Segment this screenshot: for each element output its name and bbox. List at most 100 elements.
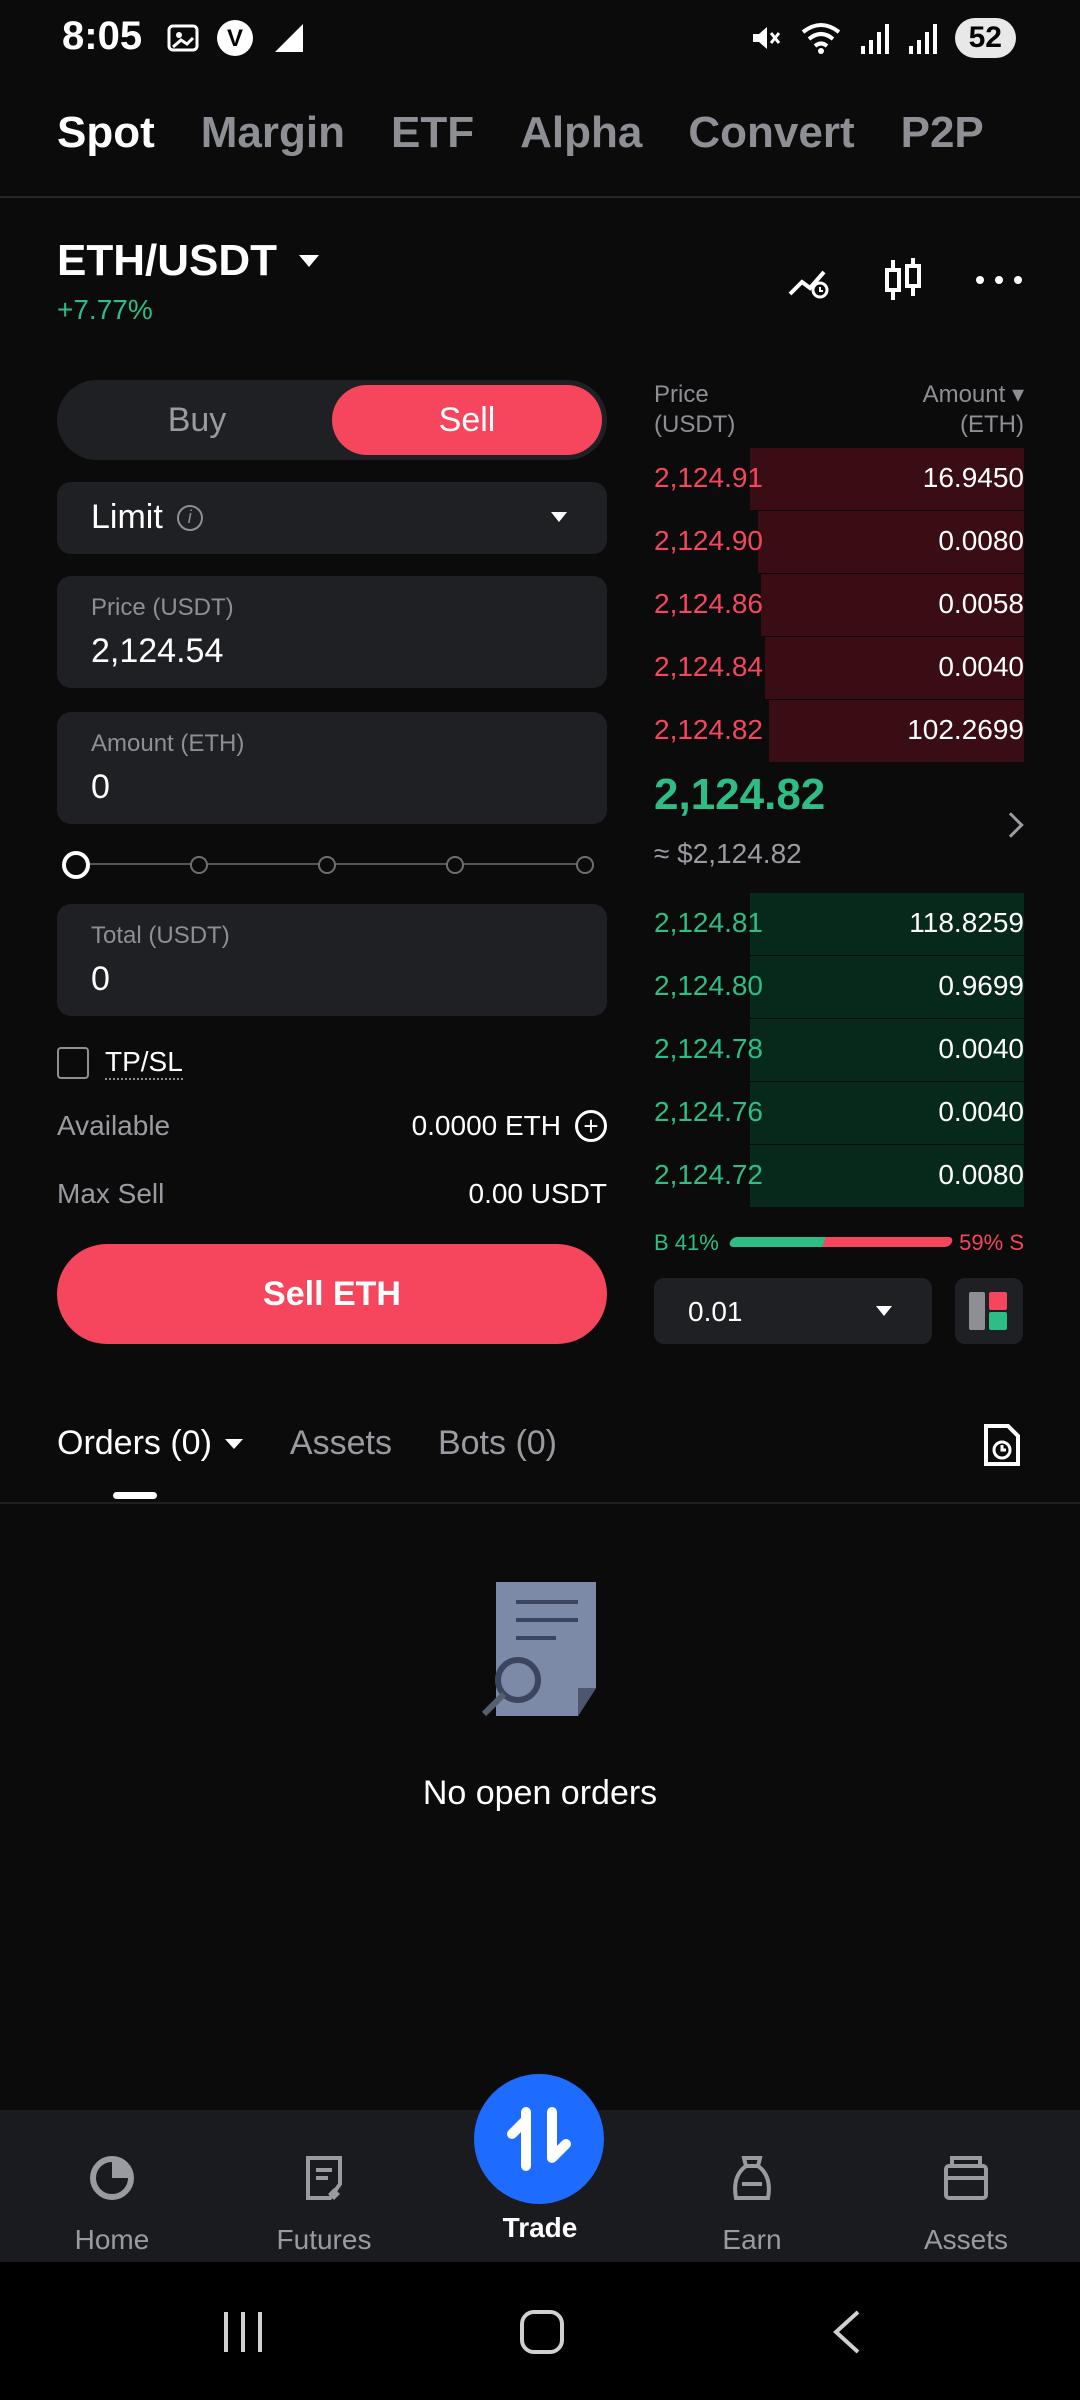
sell-ratio-bar	[822, 1237, 954, 1247]
bid-amount: 0.0080	[938, 1159, 1024, 1190]
add-funds-icon[interactable]: +	[575, 1110, 607, 1142]
last-price[interactable]: 2,124.82	[654, 770, 825, 820]
bid-row[interactable]: 2,124.76 0.0040	[654, 1082, 1024, 1144]
status-right-icons: 52	[747, 18, 1016, 58]
tab-margin[interactable]: Margin	[201, 108, 345, 158]
top-tabs: Spot Margin ETF Alpha Convert P2P	[57, 108, 984, 158]
recent-apps-icon[interactable]	[220, 2310, 266, 2354]
nav-trade-label[interactable]: Trade	[450, 2212, 630, 2244]
wallet-icon	[944, 2156, 988, 2200]
slider-stop-75[interactable]	[446, 856, 464, 874]
max-sell-row: Max Sell 0.00 USDT	[57, 1178, 607, 1210]
ask-amount: 102.2699	[907, 714, 1024, 745]
pair-selector[interactable]: ETH/USDT	[57, 236, 321, 286]
ask-row[interactable]: 2,124.90 0.0080	[654, 511, 1024, 573]
dropdown-caret-icon	[551, 512, 567, 522]
status-bar: 8:05 V 52	[0, 0, 1080, 78]
sell-eth-button[interactable]: Sell ETH	[57, 1244, 607, 1344]
amount-header[interactable]: Amount ▾ (ETH)	[923, 380, 1024, 440]
tpsl-option[interactable]: TP/SL	[57, 1046, 183, 1080]
tab-alpha[interactable]: Alpha	[520, 108, 642, 158]
signal-icon	[860, 24, 889, 54]
slider-stop-25[interactable]	[190, 856, 208, 874]
mute-icon	[752, 27, 780, 49]
tpsl-label: TP/SL	[105, 1046, 183, 1080]
tab-spot[interactable]: Spot	[57, 108, 155, 158]
amount-label: Amount (ETH)	[91, 730, 245, 757]
available-row: Available 0.0000 ETH +	[57, 1110, 607, 1142]
available-label: Available	[57, 1110, 171, 1141]
info-icon[interactable]: i	[176, 504, 203, 531]
total-value[interactable]: 0	[91, 960, 110, 999]
amount-value[interactable]: 0	[91, 768, 110, 807]
bid-price: 2,124.80	[654, 970, 763, 1001]
ask-amount: 16.9450	[922, 462, 1024, 493]
ask-amount: 0.0080	[938, 525, 1024, 556]
bid-row[interactable]: 2,124.72 0.0080	[654, 1145, 1024, 1207]
ask-amount: 0.0040	[938, 651, 1024, 682]
slider-handle[interactable]	[62, 851, 90, 879]
tab-assets[interactable]: Assets	[290, 1424, 392, 1463]
tpsl-checkbox[interactable]	[57, 1047, 89, 1079]
bid-row[interactable]: 2,124.78 0.0040	[654, 1019, 1024, 1081]
tab-orders[interactable]: Orders (0)	[57, 1424, 244, 1463]
slider-stop-100[interactable]	[576, 856, 594, 874]
tab-etf[interactable]: ETF	[391, 108, 474, 158]
status-left-icons: V	[165, 18, 309, 58]
ask-row[interactable]: 2,124.84 0.0040	[654, 637, 1024, 699]
order-history-icon[interactable]	[980, 1422, 1022, 1468]
chevron-down-icon	[224, 1438, 243, 1449]
amount-slider[interactable]	[62, 850, 602, 880]
back-icon[interactable]	[828, 2308, 864, 2356]
trade-button[interactable]	[474, 2074, 604, 2204]
no-orders-illustration-icon	[481, 1582, 596, 1717]
order-type-label: Limit	[91, 498, 163, 536]
empty-orders-message: No open orders	[422, 1774, 658, 1812]
gallery-icon	[167, 24, 199, 52]
price-label: Price (USDT)	[91, 594, 234, 621]
signal-icon-2	[908, 24, 937, 54]
layout-icon	[969, 1292, 1007, 1330]
pair-symbol: ETH/USDT	[57, 236, 277, 285]
price-value[interactable]: 2,124.54	[91, 632, 223, 671]
order-book-layout-button[interactable]	[955, 1278, 1023, 1344]
order-type-select[interactable]: Limit i	[57, 482, 607, 554]
ask-row[interactable]: 2,124.82 102.2699	[654, 700, 1024, 762]
ask-price: 2,124.82	[654, 714, 763, 745]
bid-amount: 0.9699	[938, 970, 1024, 1001]
buy-sell-ratio: B 41% 59% S	[654, 1228, 1024, 1258]
more-icon[interactable]	[974, 274, 1024, 286]
tab-bots[interactable]: Bots (0)	[438, 1424, 557, 1463]
buy-sell-toggle: Buy Sell	[57, 380, 607, 460]
bid-price: 2,124.72	[654, 1159, 763, 1190]
home-icon	[90, 2156, 134, 2200]
nav-home-label: Home	[74, 2224, 150, 2255]
chevron-right-icon[interactable]	[998, 812, 1024, 838]
home-nav-icon[interactable]	[518, 2308, 566, 2356]
ask-row[interactable]: 2,124.91 16.9450	[654, 448, 1024, 510]
bid-price: 2,124.81	[654, 907, 763, 938]
earn-icon	[733, 2156, 771, 2200]
tab-p2p[interactable]: P2P	[901, 108, 984, 158]
price-alert-icon[interactable]	[786, 260, 832, 300]
candlestick-chart-icon[interactable]	[882, 258, 924, 302]
orders-tab-label: Orders (0)	[57, 1424, 212, 1462]
total-field[interactable]: Total (USDT) 0	[57, 904, 607, 1016]
sell-button[interactable]: Sell	[332, 385, 602, 455]
amount-field[interactable]: Amount (ETH) 0	[57, 712, 607, 824]
amount-header-title: Amount ▾	[922, 381, 1024, 408]
buy-ratio: B 41%	[654, 1230, 719, 1255]
slider-stop-50[interactable]	[318, 856, 336, 874]
bid-amount: 118.8259	[909, 907, 1024, 938]
tab-convert[interactable]: Convert	[688, 108, 854, 158]
ask-row[interactable]: 2,124.86 0.0058	[654, 574, 1024, 636]
depth-precision-select[interactable]: 0.01	[654, 1278, 932, 1344]
swap-arrows-icon	[507, 2107, 571, 2171]
total-label: Total (USDT)	[91, 922, 230, 949]
bid-row[interactable]: 2,124.81 118.8259	[654, 893, 1024, 955]
battery-indicator: 52	[954, 18, 1016, 58]
ask-price: 2,124.90	[654, 525, 763, 556]
bid-row[interactable]: 2,124.80 0.9699	[654, 956, 1024, 1018]
buy-button[interactable]: Buy	[62, 385, 332, 455]
price-field[interactable]: Price (USDT) 2,124.54	[57, 576, 607, 688]
